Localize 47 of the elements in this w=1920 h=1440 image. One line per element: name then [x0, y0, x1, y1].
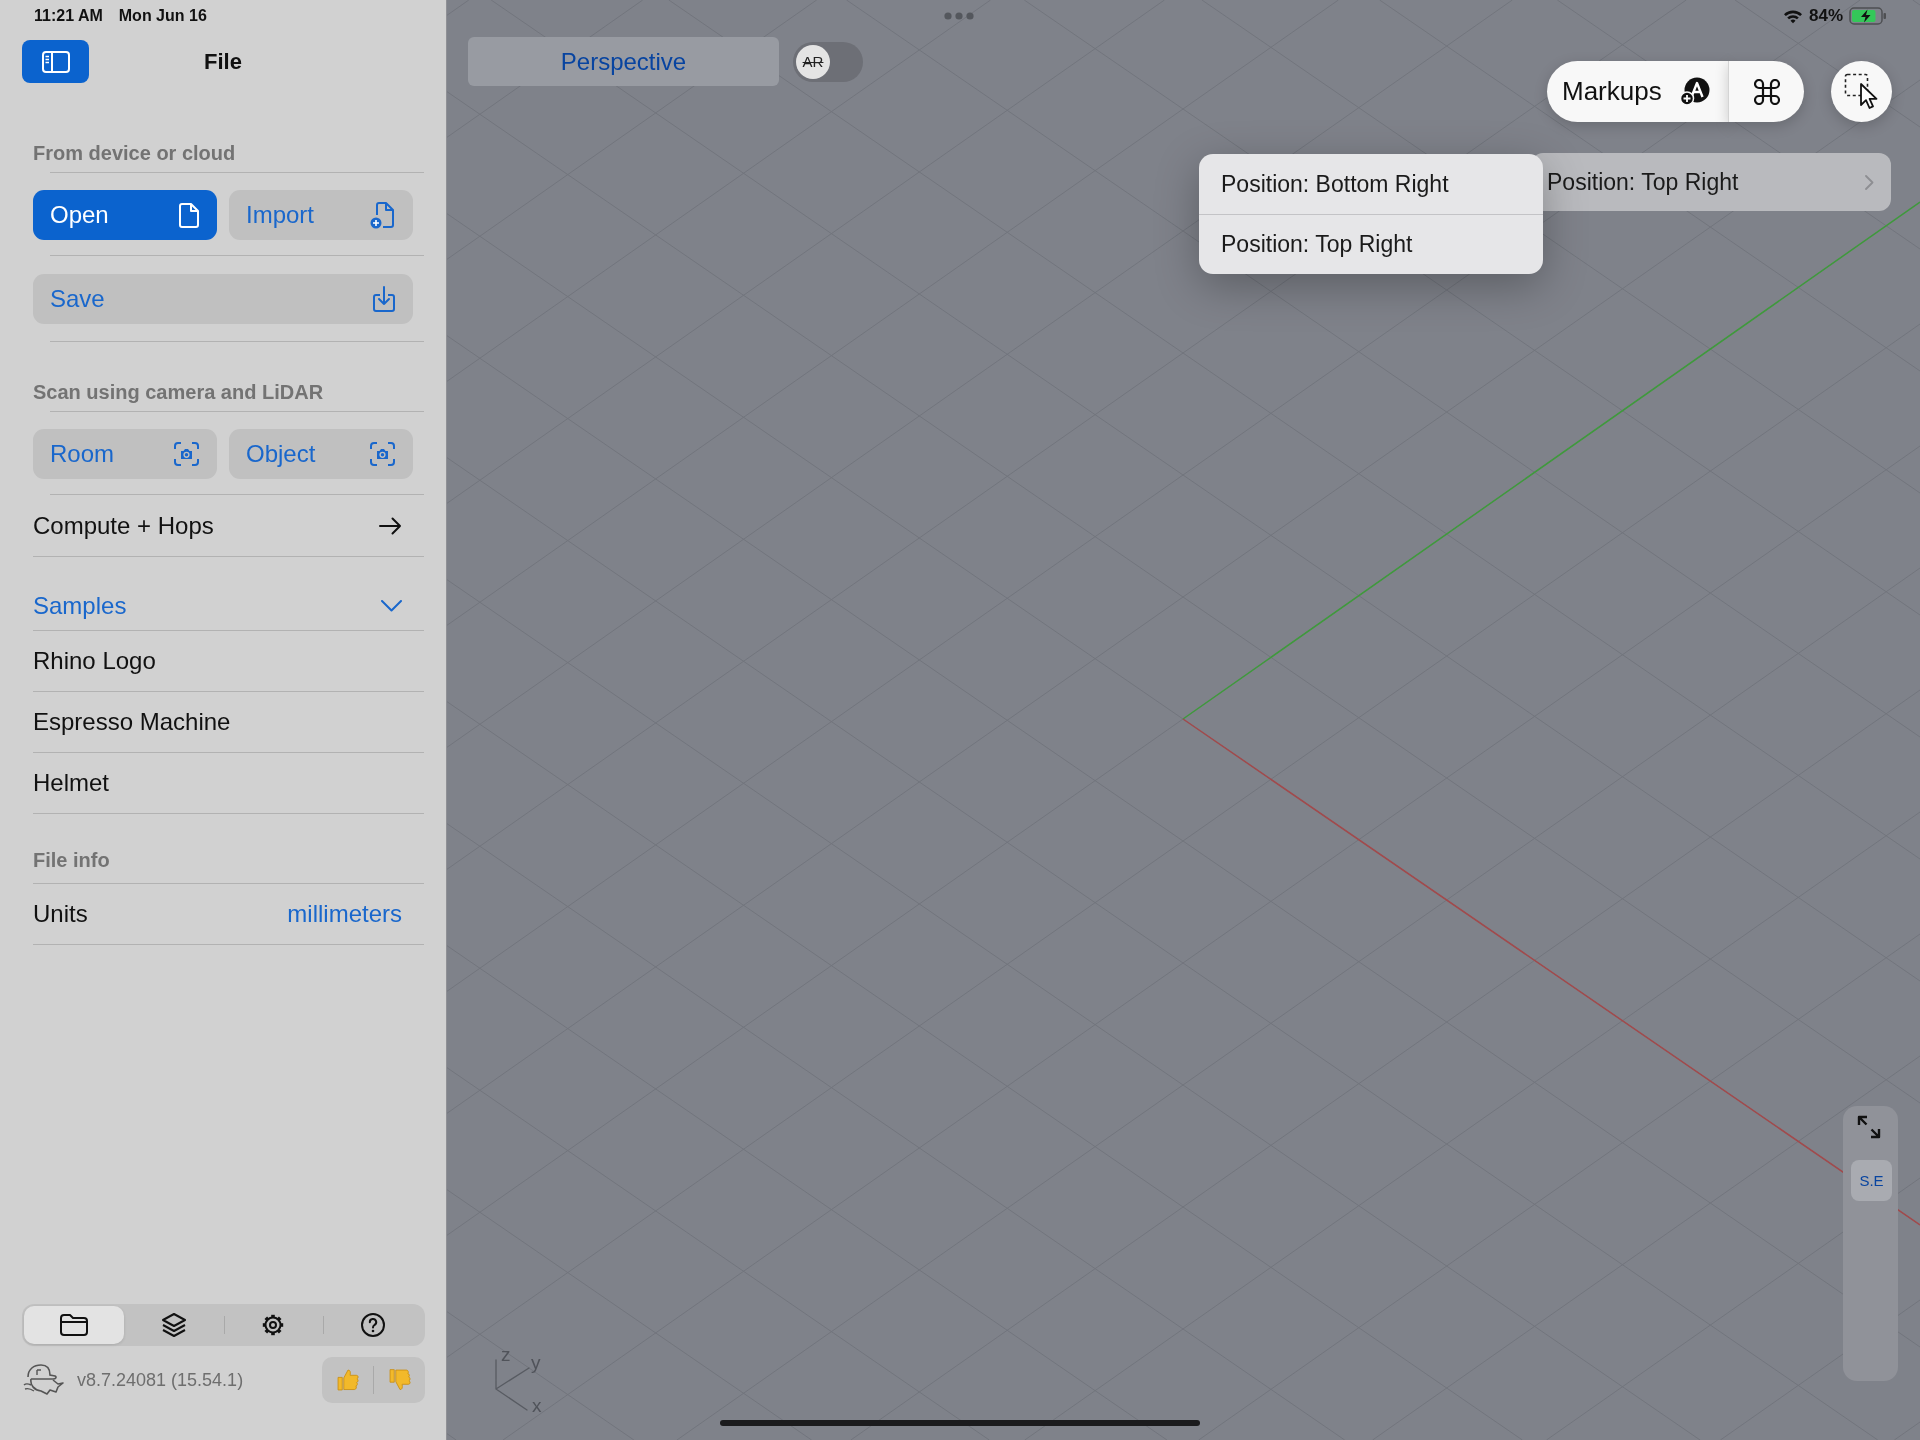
mascot-icon	[22, 1363, 64, 1397]
panel-title: File	[204, 48, 242, 75]
samples-disclosure[interactable]: Samples	[33, 557, 424, 631]
camera-scan-icon	[174, 442, 199, 466]
command-button[interactable]	[1728, 61, 1804, 122]
chevron-right-icon	[1865, 174, 1874, 190]
version-text: v8.7.24081 (15.54.1)	[77, 1369, 244, 1391]
document-icon	[179, 202, 199, 228]
wifi-icon	[1782, 8, 1803, 24]
compute-link[interactable]: Compute + Hops	[33, 495, 424, 557]
status-time: 11:21 AM	[34, 7, 103, 25]
open-button[interactable]: Open	[33, 190, 217, 240]
camera-scan-icon	[370, 442, 395, 466]
more-dots-icon[interactable]	[944, 12, 974, 20]
sample-item[interactable]: Rhino Logo	[33, 631, 424, 692]
sample-item[interactable]: Espresso Machine	[33, 692, 424, 753]
section-header: Scan using camera and LiDAR	[33, 380, 325, 405]
sidebar-tab[interactable]	[24, 1306, 124, 1344]
layers-icon	[161, 1313, 186, 1337]
settings-icon	[261, 1313, 286, 1337]
selection-cursor-icon	[1843, 73, 1880, 110]
help-icon	[361, 1313, 386, 1337]
document-add-icon	[370, 201, 395, 229]
command-icon	[1753, 78, 1780, 105]
battery-icon	[1849, 7, 1887, 25]
view-cube-button[interactable]: S.E	[1851, 1160, 1892, 1201]
section-header: From device or cloud	[33, 141, 237, 166]
battery-percent: 84%	[1808, 6, 1843, 26]
status-date: Mon Jun 16	[118, 7, 207, 25]
markup-icon	[1680, 77, 1710, 106]
sidebar-icon	[41, 50, 70, 73]
folder-icon	[59, 1314, 88, 1336]
selection-button[interactable]	[1831, 61, 1892, 122]
markups-button[interactable]: Markups	[1547, 61, 1728, 122]
arrow-right-icon	[379, 516, 402, 535]
units-value[interactable]: millimeters	[287, 900, 402, 928]
sample-item[interactable]: Helmet	[33, 753, 424, 814]
menu-item[interactable]: Position: Top Right	[1199, 214, 1543, 274]
thumbs-up-icon	[336, 1369, 359, 1391]
expand-icon	[1856, 1114, 1882, 1140]
section-header: File info	[33, 848, 110, 873]
sidebar-toggle-button[interactable]	[22, 40, 89, 83]
units-label: Units	[33, 900, 88, 928]
ar-toggle[interactable]: AR	[793, 41, 863, 82]
thumbs-down-icon	[388, 1369, 411, 1391]
download-icon	[373, 286, 395, 312]
axis-triad-icon	[494, 1359, 530, 1411]
